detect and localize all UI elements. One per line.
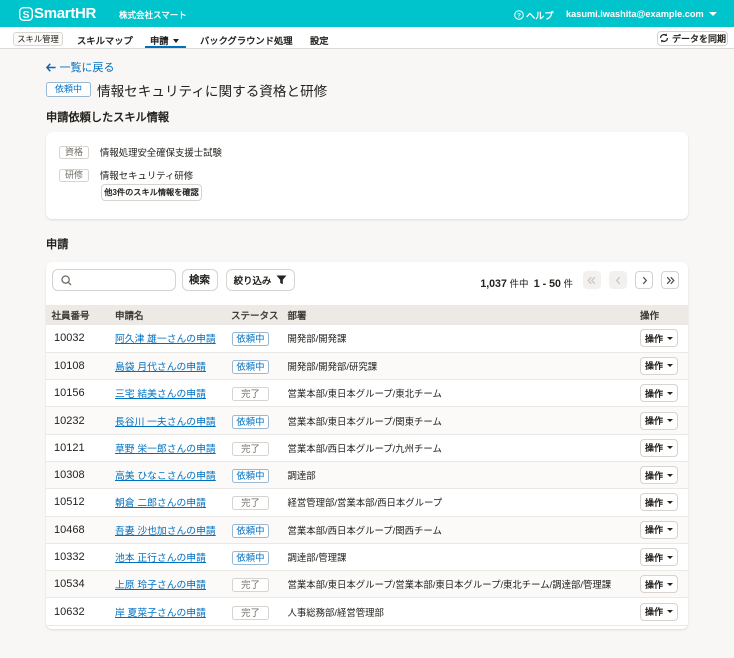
svg-text:?: ? bbox=[517, 12, 521, 19]
svg-text:S: S bbox=[23, 9, 30, 21]
